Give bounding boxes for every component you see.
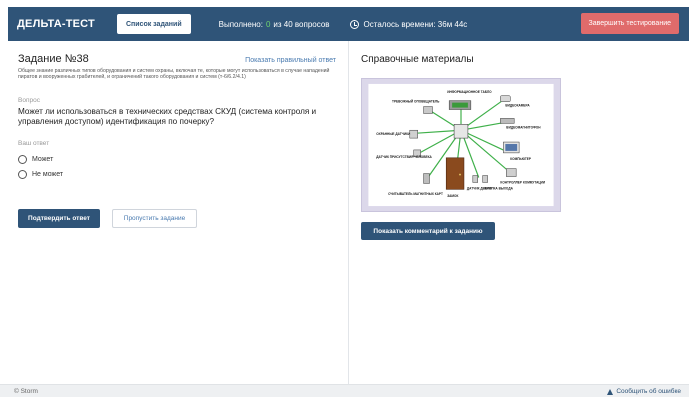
task-panel: Задание №38 Показать правильный ответ Об…	[8, 41, 348, 384]
copyright: © Storm	[14, 388, 38, 395]
skip-task-button[interactable]: Пропустить задание	[112, 209, 197, 228]
diagram-label: СЧИТЫВАТЕЛЬ МАГНИТНЫХ КАРТ	[388, 192, 443, 196]
answer-option-label: Не может	[32, 171, 64, 178]
show-comment-button[interactable]: Показать комментарий к заданию	[361, 222, 495, 240]
computer-screen	[505, 144, 518, 151]
card-reader-icon	[423, 173, 430, 184]
controller-box	[453, 124, 469, 139]
panel-divider	[348, 41, 349, 384]
top-bar: ДЕЛЬТА-ТЕСТ Список заданий Выполнено: 0 …	[8, 7, 689, 41]
diagram-label: КОМПЬЮТЕР	[510, 157, 531, 161]
timer-text: Осталось времени: 36м 44с	[363, 19, 468, 29]
app-logo: ДЕЛЬТА-ТЕСТ	[17, 18, 95, 30]
recorder-icon	[500, 118, 515, 124]
alarm-icon	[423, 106, 433, 114]
answer-option-can[interactable]: Может	[18, 155, 53, 164]
diagram-label: КНОПКА ВЫХОДА	[485, 186, 514, 190]
question-label: Вопрос	[18, 97, 40, 104]
door-handle	[459, 173, 461, 176]
clock-icon	[349, 19, 359, 29]
info-board-screen	[452, 102, 468, 108]
task-description: Общее знание различных типов оборудовани…	[18, 68, 330, 80]
door-sensor-icon	[472, 175, 478, 183]
diagram-label: ДАТЧИК ПРИСУТСТВИЯ ЧЕЛОВЕКА	[376, 155, 432, 159]
answer-option-label: Может	[32, 156, 54, 163]
diagram-label: ВИДЕОКАМЕРА	[505, 104, 530, 108]
task-list-button[interactable]: Список заданий	[116, 14, 191, 34]
show-correct-answer-link[interactable]: Показать правильный ответ	[245, 57, 336, 64]
switch-controller-icon	[506, 168, 517, 177]
guard-sensor-icon	[409, 129, 418, 139]
time-remaining: Осталось времени: 36м 44с	[349, 19, 468, 29]
footer: © Storm Сообщить об ошибке	[0, 384, 689, 397]
report-error-link[interactable]: Сообщить об ошибке	[607, 388, 681, 395]
report-error-label: Сообщить об ошибке	[616, 388, 681, 395]
page: ДЕЛЬТА-ТЕСТ Список заданий Выполнено: 0 …	[0, 0, 689, 397]
diagram-label: ОХРАННЫЕ ДАТЧИКИ	[376, 132, 411, 136]
radio-button[interactable]	[18, 155, 27, 164]
door-icon	[445, 157, 465, 190]
reference-title: Справочные материалы	[361, 54, 474, 65]
access-control-diagram: ИНФОРМАЦИОННОЕ ТАБЛО ТРЕВОЖНЫЙ ОПОВЕЩАТЕ…	[361, 78, 561, 212]
task-title: Задание №38	[18, 53, 89, 65]
radio-button[interactable]	[18, 170, 27, 179]
confirm-answer-button[interactable]: Подтвердить ответ	[18, 209, 100, 228]
diagram-label: ЗАМОК	[447, 194, 458, 198]
diagram-label: ТРЕВОЖНЫЙ ОПОВЕЩАТЕЛЬ	[392, 100, 440, 104]
progress-done-count: 0	[265, 19, 271, 29]
warning-triangle-icon	[607, 388, 614, 395]
diagram-label: ВИДЕОМАГНИТОФОН	[506, 125, 541, 129]
progress-prefix: Выполнено:	[218, 19, 263, 29]
answer-label: Ваш ответ	[18, 140, 50, 147]
question-text: Может ли использоваться в технических ср…	[18, 107, 317, 126]
progress-indicator: Выполнено: 0 из 40 вопросов	[219, 20, 330, 29]
diagram-label: ИНФОРМАЦИОННОЕ ТАБЛО	[447, 90, 492, 94]
exit-button-icon	[482, 175, 488, 183]
diagram-label: КОНТРОЛЛЕР КОММУТАЦИИ	[500, 180, 546, 184]
progress-suffix: из 40 вопросов	[273, 19, 330, 29]
answer-option-cannot[interactable]: Не может	[18, 170, 63, 179]
finish-test-button[interactable]: Завершить тестирование	[580, 13, 679, 34]
camera-icon	[500, 95, 511, 102]
